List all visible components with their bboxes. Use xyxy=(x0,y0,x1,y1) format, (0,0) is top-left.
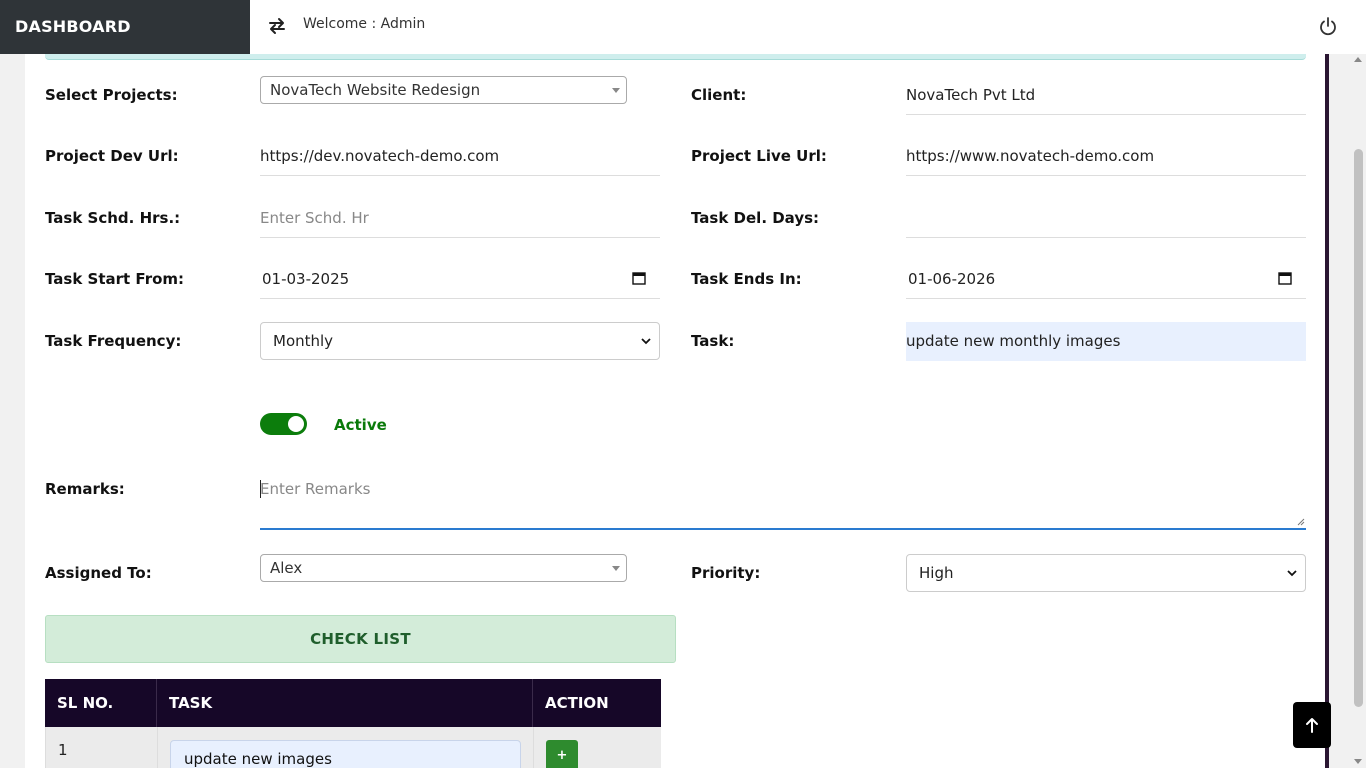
priority-select[interactable]: High xyxy=(906,554,1306,592)
add-row-button[interactable]: + xyxy=(546,740,578,768)
text-caret xyxy=(260,480,261,498)
del-days-label: Task Del. Days: xyxy=(691,209,820,227)
resize-grip-icon[interactable] xyxy=(1297,518,1305,526)
select-projects-dropdown[interactable]: NovaTech Website Redesign xyxy=(260,76,627,104)
frequency-label: Task Frequency: xyxy=(45,332,182,350)
arrow-up-icon xyxy=(1306,718,1318,733)
welcome-text: Welcome : Admin xyxy=(303,16,426,32)
brand-title[interactable]: DASHBOARD xyxy=(0,0,250,54)
active-toggle[interactable] xyxy=(260,413,307,435)
client-label: Client: xyxy=(691,86,747,104)
schd-hrs-input[interactable]: Enter Schd. Hr xyxy=(260,198,660,238)
assigned-to-dropdown[interactable]: Alex xyxy=(260,554,627,582)
del-days-field[interactable] xyxy=(906,198,1306,238)
toggle-knob xyxy=(288,416,304,432)
column-header-action: ACTION xyxy=(545,694,609,712)
calendar-icon[interactable] xyxy=(1278,271,1292,285)
schd-hrs-label: Task Schd. Hrs.: xyxy=(45,209,181,227)
assigned-to-label: Assigned To: xyxy=(45,564,152,582)
swap-arrows-icon[interactable] xyxy=(266,15,288,37)
back-to-top-button[interactable] xyxy=(1293,702,1331,748)
select-projects-value: NovaTech Website Redesign xyxy=(270,81,481,99)
check-list-button[interactable]: CHECK LIST xyxy=(45,615,676,663)
client-field[interactable]: NovaTech Pvt Ltd xyxy=(906,75,1306,115)
scroll-up-arrow-icon[interactable] xyxy=(1354,57,1362,62)
row-task-cell: update new images xyxy=(158,727,534,768)
dev-url-label: Project Dev Url: xyxy=(45,147,179,165)
info-strip xyxy=(45,54,1306,60)
task-input[interactable]: update new monthly images xyxy=(906,322,1306,361)
task-label: Task: xyxy=(691,332,735,350)
live-url-label: Project Live Url: xyxy=(691,147,827,165)
chevron-down-icon xyxy=(1287,570,1297,577)
remarks-placeholder: Enter Remarks xyxy=(260,480,371,498)
calendar-icon[interactable] xyxy=(632,271,646,285)
live-url-field[interactable]: https://www.novatech-demo.com xyxy=(906,136,1306,176)
assigned-to-value: Alex xyxy=(270,559,303,577)
top-bar: DASHBOARD Welcome : Admin xyxy=(0,0,1366,54)
active-label: Active xyxy=(334,416,387,434)
row-action-cell: + xyxy=(534,727,662,768)
end-date-value: 01-06-2026 xyxy=(908,270,996,288)
row-task-input[interactable]: update new images xyxy=(170,740,521,768)
chevron-down-icon xyxy=(612,566,620,571)
scroll-thumb[interactable] xyxy=(1354,149,1363,707)
select-projects-label: Select Projects: xyxy=(45,86,178,104)
table-header: SL NO. TASK ACTION xyxy=(45,679,661,727)
frequency-value: Monthly xyxy=(273,332,334,350)
dev-url-field[interactable]: https://dev.novatech-demo.com xyxy=(260,136,660,176)
chevron-down-icon xyxy=(641,338,651,345)
start-from-label: Task Start From: xyxy=(45,270,185,288)
scroll-down-arrow-icon[interactable] xyxy=(1354,759,1362,764)
remarks-label: Remarks: xyxy=(45,480,125,498)
end-date-input[interactable]: 01-06-2026 xyxy=(906,259,1306,299)
start-date-value: 01-03-2025 xyxy=(262,270,350,288)
priority-value: High xyxy=(919,564,954,582)
start-date-input[interactable]: 01-03-2025 xyxy=(260,259,660,299)
column-header-task: TASK xyxy=(157,679,533,727)
ends-in-label: Task Ends In: xyxy=(691,270,802,288)
page-scrollbar[interactable] xyxy=(1351,54,1366,768)
frequency-select[interactable]: Monthly xyxy=(260,322,660,360)
row-sl-cell: 1 xyxy=(46,727,158,768)
row-sl-number: 1 xyxy=(58,741,68,759)
card-edge xyxy=(1325,54,1329,768)
table-row: 1 update new images + xyxy=(45,727,661,768)
power-icon[interactable] xyxy=(1318,16,1338,36)
chevron-down-icon xyxy=(612,88,620,93)
priority-label: Priority: xyxy=(691,564,761,582)
remarks-textarea[interactable]: Enter Remarks xyxy=(260,468,1306,530)
column-header-sl: SL NO. xyxy=(45,679,157,727)
